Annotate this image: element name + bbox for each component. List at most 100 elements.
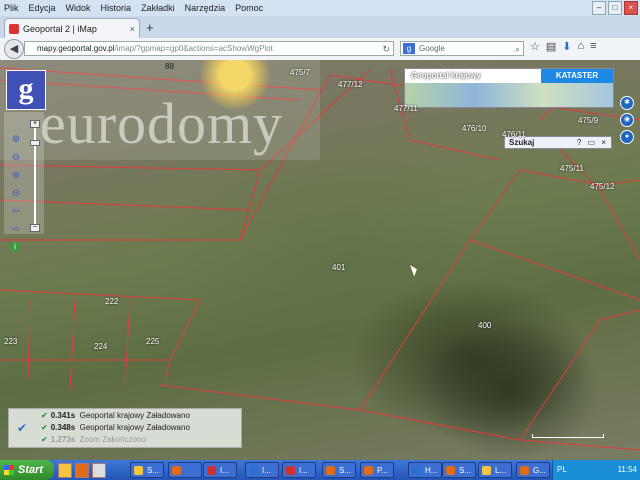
parcel-label: 225 bbox=[146, 337, 160, 346]
tab-geoportal[interactable]: Geoportal 2 | iMap × bbox=[4, 18, 140, 38]
taskbar-window-button[interactable]: P... bbox=[360, 462, 394, 478]
zoom-slider[interactable]: + − bbox=[30, 120, 40, 232]
search-box[interactable]: g Google ⌕ bbox=[400, 41, 524, 56]
layers-icon[interactable]: ✱ bbox=[620, 96, 634, 110]
menu-item-plik[interactable]: Plik bbox=[4, 3, 19, 13]
quick-launch bbox=[58, 463, 106, 478]
parcel-label: 400 bbox=[478, 321, 492, 330]
back-arrow-icon[interactable]: ◀ bbox=[4, 39, 24, 59]
search-placeholder: Google bbox=[419, 44, 445, 53]
search-panel-title: Szukaj bbox=[509, 138, 535, 147]
bookmark-star-icon[interactable]: ☆ bbox=[530, 40, 540, 53]
eye-icon[interactable]: ◉ bbox=[620, 113, 634, 127]
check-icon: ✔ bbox=[41, 423, 48, 432]
download-icon[interactable]: ⬇ bbox=[562, 40, 571, 53]
url-host: mapy.geoportal.gov.pl bbox=[37, 44, 115, 53]
previous-view-icon[interactable]: ⇦ bbox=[10, 206, 22, 218]
parcel-label: 224 bbox=[94, 342, 108, 351]
taskbar-window-button[interactable]: H... bbox=[408, 462, 442, 478]
zoom-in-icon[interactable]: ⊕ bbox=[10, 134, 22, 146]
quick-launch-browser-icon[interactable] bbox=[75, 463, 89, 478]
status-row: ✔ 0.348s Geoportal krajowy Załadowano bbox=[41, 423, 190, 432]
check-icon: ✔ bbox=[41, 411, 48, 420]
bookmarks-list-icon[interactable]: ▤ bbox=[546, 40, 556, 53]
watermark-text: eurodomy bbox=[40, 91, 284, 156]
zoom-out-icon[interactable]: ⊖ bbox=[10, 152, 22, 164]
map-canvas[interactable]: eurodomy g ⊕ ⊖ ⊕ ⊖ ⇦ ⇨ i + − Geoportal k… bbox=[0, 60, 640, 460]
menu-item-widok[interactable]: Widok bbox=[66, 3, 91, 13]
parcel-label: 476/10 bbox=[462, 124, 487, 133]
info-icon[interactable]: i bbox=[10, 242, 20, 252]
parcel-label: 223 bbox=[4, 337, 18, 346]
parcel-label: 401 bbox=[332, 263, 346, 272]
overview-panel[interactable]: Geoportal krajowy KATASTER bbox=[404, 68, 614, 108]
new-tab-icon[interactable]: + bbox=[146, 20, 154, 35]
taskbar-window-button[interactable]: L... bbox=[478, 462, 512, 478]
menu-item-historia[interactable]: Historia bbox=[101, 3, 132, 13]
parcel-label: 475/11 bbox=[560, 164, 584, 173]
parcel-label: 475/7 bbox=[290, 68, 311, 77]
close-window-button[interactable]: × bbox=[624, 1, 638, 15]
reload-icon[interactable]: ↻ bbox=[382, 42, 390, 55]
parcel-label: 88 bbox=[165, 62, 174, 71]
load-status-panel: ✔ ✔ 0.341s Geoportal krajowy Załadowano ✔… bbox=[8, 408, 242, 448]
parcel-label: 222 bbox=[105, 297, 119, 306]
quick-launch-folder-icon[interactable] bbox=[58, 463, 72, 478]
clock: 11:54 bbox=[617, 465, 637, 474]
overview-title: Geoportal krajowy bbox=[411, 71, 481, 80]
zoom-box-icon[interactable]: ⊕ bbox=[10, 170, 22, 182]
search-panel-controls-icon[interactable]: ? ▭ × bbox=[577, 137, 608, 149]
parcel-label: 475/12 bbox=[590, 182, 615, 191]
zoom-extent-icon[interactable]: ⊖ bbox=[10, 188, 22, 200]
menu-item-narzedzia[interactable]: Narzędzia bbox=[185, 3, 226, 13]
zoom-slider-plus[interactable]: + bbox=[30, 120, 40, 128]
start-button[interactable]: Start bbox=[0, 460, 54, 480]
language-indicator[interactable]: PL bbox=[557, 460, 567, 480]
taskbar-window-button[interactable]: I... bbox=[282, 462, 316, 478]
minimize-button[interactable]: – bbox=[592, 1, 606, 15]
parcel-label: 475/9 bbox=[578, 116, 599, 125]
menu-item-pomoc[interactable]: Pomoc bbox=[235, 3, 263, 13]
zoom-slider-minus[interactable]: − bbox=[30, 224, 40, 232]
zoom-slider-handle[interactable] bbox=[30, 140, 40, 146]
taskbar-window-button[interactable]: S... bbox=[442, 462, 476, 478]
geoportal-logo: g bbox=[6, 70, 46, 110]
check-icon: ✔ bbox=[41, 435, 48, 444]
status-row: ✔ 0.341s Geoportal krajowy Załadowano bbox=[41, 411, 190, 420]
side-tools: ✱ ◉ ● bbox=[620, 96, 634, 147]
taskbar-window-button[interactable]: S... bbox=[322, 462, 356, 478]
parcel-label: 477/12 bbox=[338, 80, 363, 89]
overview-map-strip[interactable] bbox=[405, 83, 613, 107]
scale-bar bbox=[532, 434, 604, 438]
taskbar-window-button[interactable] bbox=[168, 462, 202, 478]
status-row: ✔ 1.273s Zoom Zakończono bbox=[41, 435, 146, 444]
maximize-button[interactable]: □ bbox=[608, 1, 622, 15]
google-icon: g bbox=[403, 43, 415, 54]
parcel-label: 476/11 bbox=[502, 130, 526, 139]
home-icon[interactable]: ⌂ bbox=[578, 40, 585, 53]
kataster-button[interactable]: KATASTER bbox=[541, 69, 613, 83]
menu-item-zakladki[interactable]: Zakładki bbox=[141, 3, 175, 13]
taskbar-window-button[interactable]: I... bbox=[245, 462, 279, 478]
system-tray: PL 11:54 bbox=[552, 460, 640, 480]
tab-close-icon[interactable]: × bbox=[130, 24, 135, 34]
taskbar-window-button[interactable]: I... bbox=[203, 462, 237, 478]
tab-bar: Geoportal 2 | iMap × + bbox=[0, 16, 640, 38]
tab-title: Geoportal 2 | iMap bbox=[23, 23, 97, 34]
taskbar-window-button[interactable]: G... bbox=[516, 462, 550, 478]
url-path: /imap/?gpmap=gp0&actions=acShowWgPlot bbox=[114, 44, 273, 53]
search-icon[interactable]: ⌕ bbox=[515, 42, 520, 56]
menu-item-edycja[interactable]: Edycja bbox=[29, 3, 56, 13]
address-bar[interactable]: mapy.geoportal.gov.pl/imap/?gpmap=gp0&ac… bbox=[24, 41, 394, 56]
menu-icon[interactable]: ≡ bbox=[590, 40, 596, 53]
status-check-icon: ✔ bbox=[17, 421, 28, 435]
parcel-label: 477/11 bbox=[394, 104, 418, 113]
next-view-icon[interactable]: ⇨ bbox=[10, 224, 22, 236]
menu-bar: Plik Edycja Widok Historia Zakładki Narz… bbox=[0, 0, 640, 16]
navigation-bar: ◀ mapy.geoportal.gov.pl/imap/?gpmap=gp0&… bbox=[0, 38, 640, 61]
geoportal-favicon-icon bbox=[9, 23, 19, 34]
taskbar: Start S... I... I... I... S... P... H... S... L.… bbox=[0, 460, 640, 480]
settings-icon[interactable]: ● bbox=[620, 130, 634, 144]
taskbar-window-button[interactable]: S... bbox=[130, 462, 164, 478]
quick-launch-app-icon[interactable] bbox=[92, 463, 106, 478]
